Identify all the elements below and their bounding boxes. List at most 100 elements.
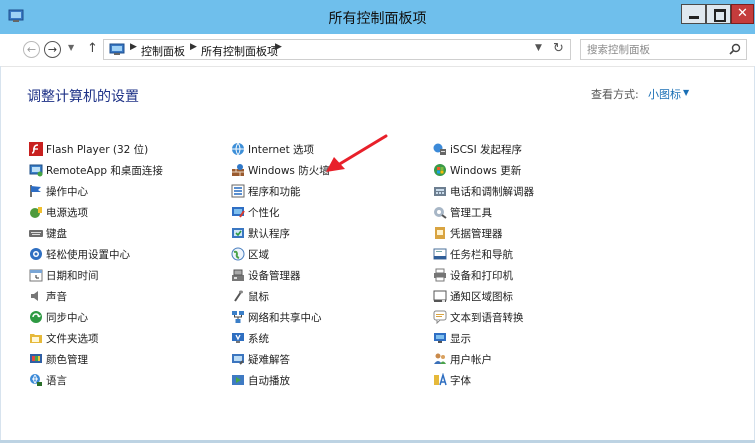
item-label: 设备管理器 (248, 270, 301, 282)
refresh-icon[interactable]: ↻ (553, 41, 564, 56)
minimize-button[interactable] (681, 4, 706, 24)
windows-update-icon (434, 164, 446, 176)
item-label: 颜色管理 (46, 354, 88, 366)
item-label: 文件夹选项 (46, 333, 99, 345)
item-label: 操作中心 (46, 186, 88, 198)
color-management-icon (30, 354, 42, 363)
default-programs-icon (232, 228, 244, 238)
item-label: Windows 更新 (450, 165, 522, 177)
view-by-dropdown[interactable]: 小图标 (648, 86, 681, 102)
search-box[interactable] (580, 39, 747, 60)
item-label: 键盘 (46, 228, 67, 240)
forward-button[interactable]: → (44, 41, 61, 58)
fonts-icon (434, 373, 447, 386)
recent-locations-dropdown-icon[interactable]: ▼ (68, 43, 74, 52)
sync-icon (30, 311, 42, 323)
item-label: 日期和时间 (46, 270, 99, 282)
admin-tools-icon (434, 207, 447, 219)
close-button[interactable]: ✕ (731, 4, 754, 24)
item-label: 轻松使用设置中心 (46, 249, 130, 261)
item-label: 系统 (248, 333, 269, 345)
ease-of-access-icon (30, 248, 42, 260)
credential-icon (435, 227, 445, 239)
back-button[interactable]: ← (23, 41, 40, 58)
maximize-button[interactable] (706, 4, 731, 24)
title-bar: 所有控制面板项 ✕ (0, 0, 755, 34)
phone-modem-icon (434, 187, 446, 196)
item-label: iSCSI 发起程序 (450, 144, 523, 156)
network-icon (232, 311, 244, 323)
flash-icon (29, 142, 43, 156)
item-label: 声音 (46, 291, 67, 303)
language-icon (30, 374, 42, 386)
internet-icon (232, 142, 244, 156)
item-label: 凭据管理器 (450, 228, 503, 240)
clock-icon (29, 269, 43, 282)
item-label: 用户帐户 (450, 354, 492, 366)
mouse-icon (234, 290, 243, 302)
navigation-bar: ← → ▼ ↑ ▶ 控制面板 ▶ 所有控制面板项 ▶ ▼ ↻ (0, 34, 755, 67)
iscsi-icon (433, 143, 446, 155)
power-icon (30, 207, 42, 218)
item-label: 文本到语音转换 (450, 312, 524, 324)
breadcrumb-separator-icon[interactable]: ▶ (275, 42, 282, 52)
view-by-label: 查看方式: (591, 88, 639, 101)
item-label: 任务栏和导航 (450, 249, 513, 261)
item-label: 电话和调制解调器 (450, 186, 534, 198)
item-label: 语言 (46, 375, 67, 387)
keyboard-icon (29, 230, 43, 237)
item-label: 字体 (450, 375, 471, 387)
page-title: 调整计算机的设置 (27, 89, 139, 105)
breadcrumb-separator-icon: ▶ (130, 42, 137, 52)
item-label: 区域 (248, 249, 269, 261)
remoteapp-icon (29, 164, 43, 177)
user-accounts-icon (434, 353, 446, 364)
speaker-icon (31, 291, 38, 301)
breadcrumb-control-panel[interactable]: 控制面板 (141, 43, 185, 59)
address-dropdown-icon[interactable]: ▼ (535, 43, 542, 53)
firewall-icon (232, 164, 244, 176)
item-label: 管理工具 (450, 207, 492, 219)
notification-area-icon (433, 290, 447, 302)
device-manager-icon (232, 269, 244, 281)
item-label: 默认程序 (248, 228, 290, 240)
region-icon (231, 247, 245, 261)
search-icon[interactable] (729, 43, 741, 55)
folder-icon (30, 334, 42, 343)
item-label: 个性化 (248, 207, 280, 219)
personalize-icon (232, 207, 245, 218)
window-border (0, 66, 1, 443)
close-icon: ✕ (737, 6, 748, 21)
address-bar[interactable]: ▶ 控制面板 ▶ 所有控制面板项 ▶ ▼ ↻ (103, 39, 571, 60)
chevron-down-icon[interactable]: ▼ (683, 88, 689, 97)
item-label: RemoteApp 和桌面连接 (46, 165, 163, 177)
item-label: 鼠标 (248, 291, 269, 303)
system-icon (232, 333, 244, 343)
window-title: 所有控制面板项 (328, 11, 427, 27)
breadcrumb-separator-icon[interactable]: ▶ (190, 42, 197, 52)
control-panel-window: 所有控制面板项 ✕ ← → ▼ ↑ ▶ 控制面板 ▶ 所有控制面板项 ▶ ▼ ↻ (0, 0, 755, 443)
up-arrow-icon[interactable]: ↑ (87, 41, 98, 56)
item-label: Flash Player (32 位) (46, 144, 149, 156)
programs-icon (231, 184, 245, 198)
item-label: 疑难解答 (248, 354, 290, 366)
item-label: 网络和共享中心 (248, 312, 322, 324)
text-to-speech-icon (433, 310, 447, 324)
troubleshoot-icon (232, 354, 244, 365)
autoplay-icon (232, 375, 244, 385)
item-label: 电源选项 (46, 207, 88, 219)
breadcrumb-all-items[interactable]: 所有控制面板项 (201, 43, 278, 59)
item-label: 同步中心 (46, 312, 88, 324)
annotation-arrow-icon (326, 134, 388, 172)
item-label: Windows 防火墙 (248, 165, 330, 177)
item-label: 程序和功能 (248, 186, 301, 198)
display-icon (434, 333, 446, 343)
item-label: 通知区域图标 (450, 291, 513, 303)
item-label: 设备和打印机 (450, 270, 513, 282)
item-label: 自动播放 (248, 375, 290, 387)
item-label: 显示 (450, 333, 471, 345)
flag-icon (30, 185, 41, 197)
item-label: Internet 选项 (248, 144, 315, 156)
search-input[interactable] (587, 42, 717, 57)
taskbar-icon (433, 248, 447, 260)
